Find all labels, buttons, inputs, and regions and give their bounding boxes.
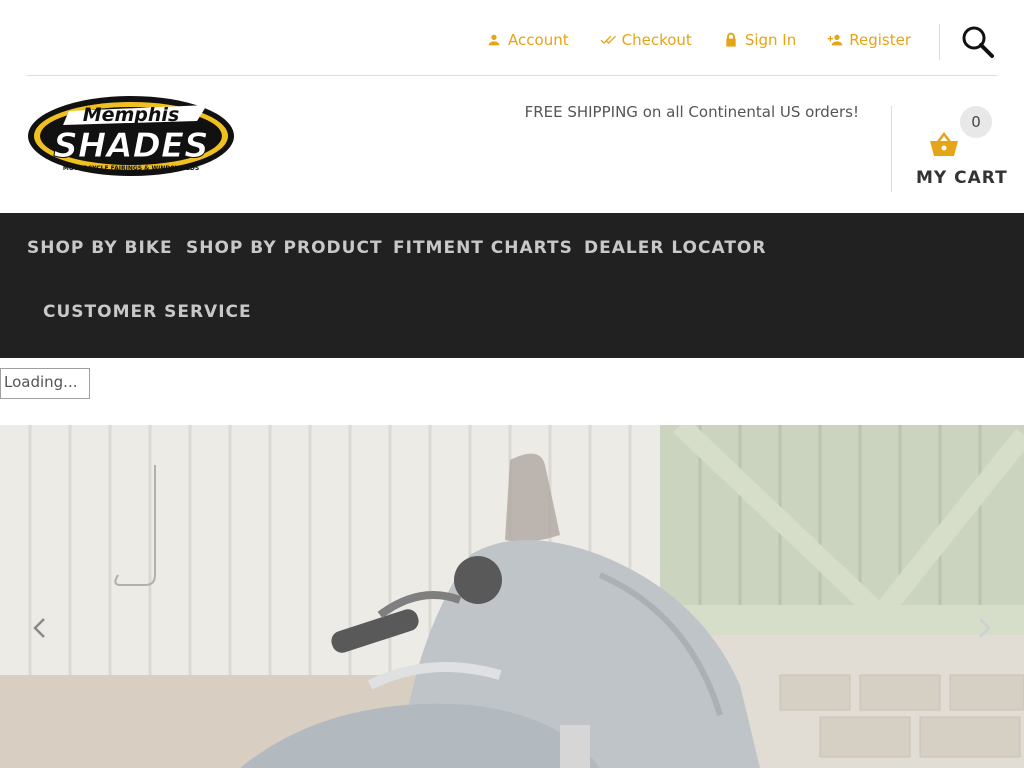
my-cart-button[interactable]: 0 MY CART	[905, 104, 1015, 194]
nav-customer-service[interactable]: CUSTOMER SERVICE	[43, 302, 252, 322]
nav-shop-by-product[interactable]: SHOP BY PRODUCT	[186, 238, 383, 258]
cart-divider	[891, 106, 892, 192]
register-link[interactable]: Register	[827, 31, 911, 49]
account-link-label: Account	[508, 31, 569, 49]
slider-prev-button[interactable]	[27, 615, 53, 641]
sign-in-link-label: Sign In	[744, 31, 797, 49]
nav-shop-by-bike[interactable]: SHOP BY BIKE	[27, 238, 173, 258]
sign-in-link[interactable]: Sign In	[723, 31, 796, 49]
loading-image-placeholder: Loading...	[0, 368, 90, 399]
register-link-label: Register	[849, 31, 911, 49]
logo-main-text: SHADES	[53, 126, 208, 166]
logo-top-text: Memphis	[83, 104, 180, 126]
person-icon	[488, 34, 500, 46]
topbar-divider	[939, 24, 940, 60]
cart-label: MY CART	[916, 168, 1008, 188]
hero-image	[0, 425, 1024, 768]
top-utility-bar: Account Checkout Sign In Register	[27, 0, 997, 76]
search-icon	[962, 26, 994, 58]
logo-tagline: MOTORCYCLE FAIRINGS & WINDSHIELDS	[63, 165, 199, 172]
lock-icon	[726, 32, 736, 47]
chevron-left-icon	[33, 618, 45, 638]
basket-icon	[930, 131, 958, 156]
main-navigation: SHOP BY BIKE SHOP BY PRODUCT FITMENT CHA…	[0, 213, 1024, 358]
checkout-link-label: Checkout	[621, 31, 692, 49]
account-link[interactable]: Account	[486, 31, 569, 49]
cart-count-badge: 0	[960, 106, 992, 138]
search-button[interactable]	[961, 25, 995, 59]
account-links: Account Checkout Sign In Register	[455, 31, 911, 49]
checkout-link[interactable]: Checkout	[600, 31, 692, 49]
nav-dealer-locator[interactable]: DEALER LOCATOR	[584, 238, 766, 258]
person-add-icon	[827, 34, 843, 46]
slider-next-button[interactable]	[971, 615, 997, 641]
nav-fitment-charts[interactable]: FITMENT CHARTS	[393, 238, 573, 258]
double-check-icon	[600, 35, 616, 44]
hero-slider	[0, 425, 1024, 768]
chevron-right-icon	[979, 618, 991, 638]
site-logo[interactable]: Memphis SHADES MOTORCYCLE FAIRINGS & WIN…	[27, 95, 235, 177]
free-shipping-notice: FREE SHIPPING on all Continental US orde…	[524, 103, 859, 121]
